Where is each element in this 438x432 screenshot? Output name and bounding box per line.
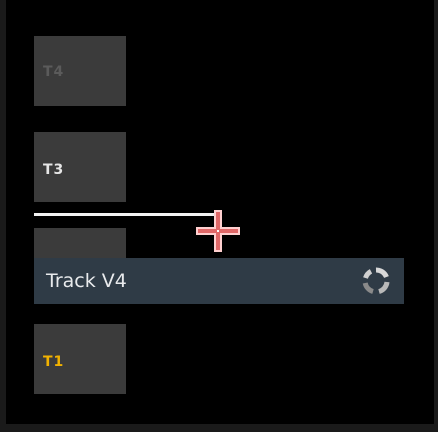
track-header-t2[interactable] [34,228,126,262]
track-header-t4[interactable]: T4 [34,36,126,106]
dragged-track-name: Track V4 [46,270,127,292]
track-label-t3: T3 [43,162,65,178]
track-label-t4: T4 [43,64,65,80]
move-crosshair-icon [196,210,240,252]
dragged-track-bar[interactable]: Track V4 [34,258,404,304]
timeline-panel: T4 T3 T1 Track V4 [0,0,438,432]
track-header-t1[interactable]: T1 [34,324,126,394]
sync-icon [362,267,390,294]
track-label-t1: T1 [43,354,65,370]
track-header-t3[interactable]: T3 [34,132,126,202]
drop-indicator-line [34,213,222,216]
